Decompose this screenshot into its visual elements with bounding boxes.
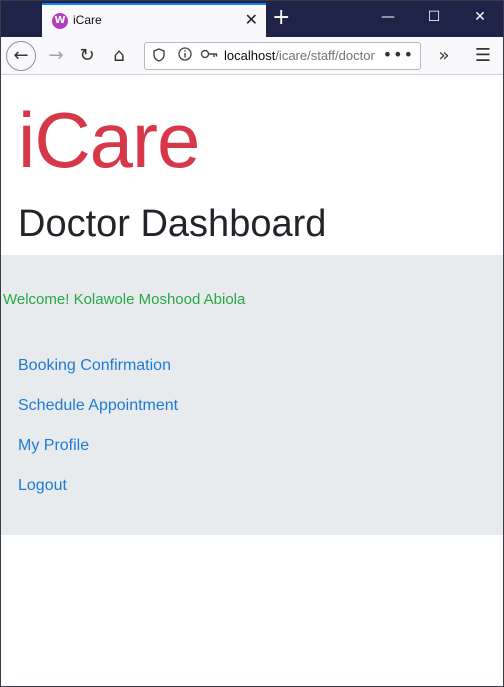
dashboard-panel: Welcome! Kolawole Moshood Abiola Booking… bbox=[1, 255, 503, 535]
minimize-button[interactable]: — bbox=[373, 7, 403, 27]
nav-item: Schedule Appointment bbox=[18, 395, 178, 435]
url-bar[interactable]: localhost/icare/staff/doctor ••• bbox=[144, 42, 421, 70]
url-host: localhost bbox=[224, 48, 276, 63]
reload-button[interactable]: ↻ bbox=[72, 41, 102, 71]
page-content: iCare Doctor Dashboard Welcome! Kolawole… bbox=[1, 75, 503, 686]
schedule-appointment-link[interactable]: Schedule Appointment bbox=[18, 397, 178, 414]
tracking-shield-icon[interactable] bbox=[153, 48, 165, 66]
maximize-button[interactable]: ☐ bbox=[419, 7, 449, 27]
nav-item: Logout bbox=[18, 475, 178, 515]
welcome-message: Welcome! Kolawole Moshood Abiola bbox=[3, 291, 246, 308]
booking-confirmation-link[interactable]: Booking Confirmation bbox=[18, 357, 171, 374]
overflow-menu-button[interactable]: » bbox=[429, 41, 459, 71]
navigation-toolbar: ← → ↻ ⌂ localhost/icare/staff/doctor •••… bbox=[1, 37, 503, 75]
key-icon[interactable] bbox=[200, 47, 218, 65]
home-button[interactable]: ⌂ bbox=[104, 41, 134, 71]
page-title: Doctor Dashboard bbox=[18, 203, 327, 245]
nav-item: My Profile bbox=[18, 435, 178, 475]
back-button[interactable]: ← bbox=[6, 41, 36, 71]
tab-bar: W iCare ✕ + — ☐ ✕ bbox=[1, 1, 503, 37]
browser-window: W iCare ✕ + — ☐ ✕ ← → ↻ ⌂ localhost/icar… bbox=[0, 0, 504, 687]
site-info-icon[interactable] bbox=[178, 47, 192, 65]
tab-title: iCare bbox=[73, 13, 102, 27]
close-window-button[interactable]: ✕ bbox=[465, 7, 495, 27]
new-tab-button[interactable]: + bbox=[272, 7, 290, 29]
url-text[interactable]: localhost/icare/staff/doctor bbox=[224, 48, 390, 63]
nav-item: Booking Confirmation bbox=[18, 355, 178, 395]
page-actions-icon[interactable]: ••• bbox=[383, 45, 414, 64]
wamp-favicon-icon: W bbox=[52, 13, 68, 29]
forward-button[interactable]: → bbox=[41, 41, 71, 71]
my-profile-link[interactable]: My Profile bbox=[18, 437, 89, 454]
tab-icare[interactable]: W iCare ✕ bbox=[42, 3, 266, 37]
brand-logo: iCare bbox=[18, 96, 200, 184]
dashboard-nav: Booking Confirmation Schedule Appointmen… bbox=[18, 355, 178, 515]
hamburger-menu-button[interactable]: ☰ bbox=[468, 41, 498, 71]
close-tab-icon[interactable]: ✕ bbox=[245, 11, 258, 29]
logout-link[interactable]: Logout bbox=[18, 477, 67, 494]
url-path: /icare/staff/doctor bbox=[275, 48, 375, 63]
